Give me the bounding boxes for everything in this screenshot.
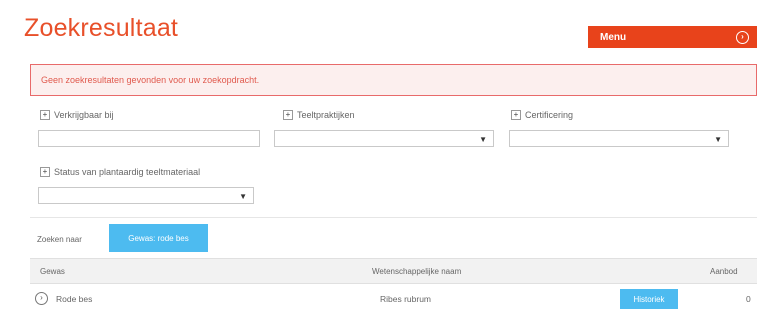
verkrijgbaar-input[interactable] (38, 130, 260, 147)
table-row: › Rode bes Ribes rubrum Historiek 0 (30, 284, 757, 314)
expand-status-icon[interactable]: + (40, 167, 50, 177)
teeltpraktijken-select[interactable]: ▼ (274, 130, 494, 147)
cell-wetenschappelijke-naam: Ribes rubrum (380, 294, 432, 304)
table-header: Gewas Wetenschappelijke naam Aanbod (30, 258, 757, 284)
search-term-button[interactable]: Gewas: rode bes (109, 224, 208, 252)
column-header-gewas[interactable]: Gewas (40, 267, 65, 276)
filter-status-label: Status van plantaardig teeltmateriaal (54, 167, 201, 177)
certificering-select[interactable]: ▼ (509, 130, 729, 147)
filter-status: + Status van plantaardig teeltmateriaal (40, 167, 200, 177)
filter-verkrijgbaar-label: Verkrijgbaar bij (54, 110, 114, 120)
chevron-down-icon: ▼ (479, 135, 487, 144)
cell-aanbod: 0 (746, 294, 751, 304)
circle-arrow-icon: › (736, 30, 749, 44)
menu-button[interactable]: Menu › (588, 26, 757, 48)
expand-row-icon[interactable]: › (35, 292, 48, 305)
filter-verkrijgbaar: + Verkrijgbaar bij (40, 110, 114, 120)
column-header-wetenschappelijke-naam[interactable]: Wetenschappelijke naam (372, 267, 461, 276)
cell-gewas: Rode bes (56, 294, 93, 304)
status-select[interactable]: ▼ (38, 187, 254, 204)
expand-certificering-icon[interactable]: + (511, 110, 521, 120)
filter-certificering-label: Certificering (525, 110, 574, 120)
alert-message: Geen zoekresultaten gevonden voor uw zoe… (41, 75, 260, 85)
expand-verkrijgbaar-icon[interactable]: + (40, 110, 50, 120)
filter-certificering: + Certificering (511, 110, 573, 120)
historiek-button[interactable]: Historiek (620, 289, 678, 309)
chevron-down-icon: ▼ (714, 135, 722, 144)
page-title: Zoekresultaat (24, 14, 179, 42)
search-label: Zoeken naar (37, 234, 82, 244)
chevron-down-icon: ▼ (239, 192, 247, 201)
menu-label: Menu (600, 31, 627, 43)
divider (30, 217, 757, 218)
expand-teeltpraktijken-icon[interactable]: + (283, 110, 293, 120)
page: Zoekresultaat Menu › Geen zoekresultaten… (0, 0, 757, 318)
no-results-alert: Geen zoekresultaten gevonden voor uw zoe… (30, 64, 757, 96)
filter-teeltpraktijken: + Teeltpraktijken (283, 110, 355, 120)
filter-teeltpraktijken-label: Teeltpraktijken (297, 110, 355, 120)
column-header-aanbod[interactable]: Aanbod (710, 267, 738, 276)
search-summary: Zoeken naar (37, 226, 82, 252)
